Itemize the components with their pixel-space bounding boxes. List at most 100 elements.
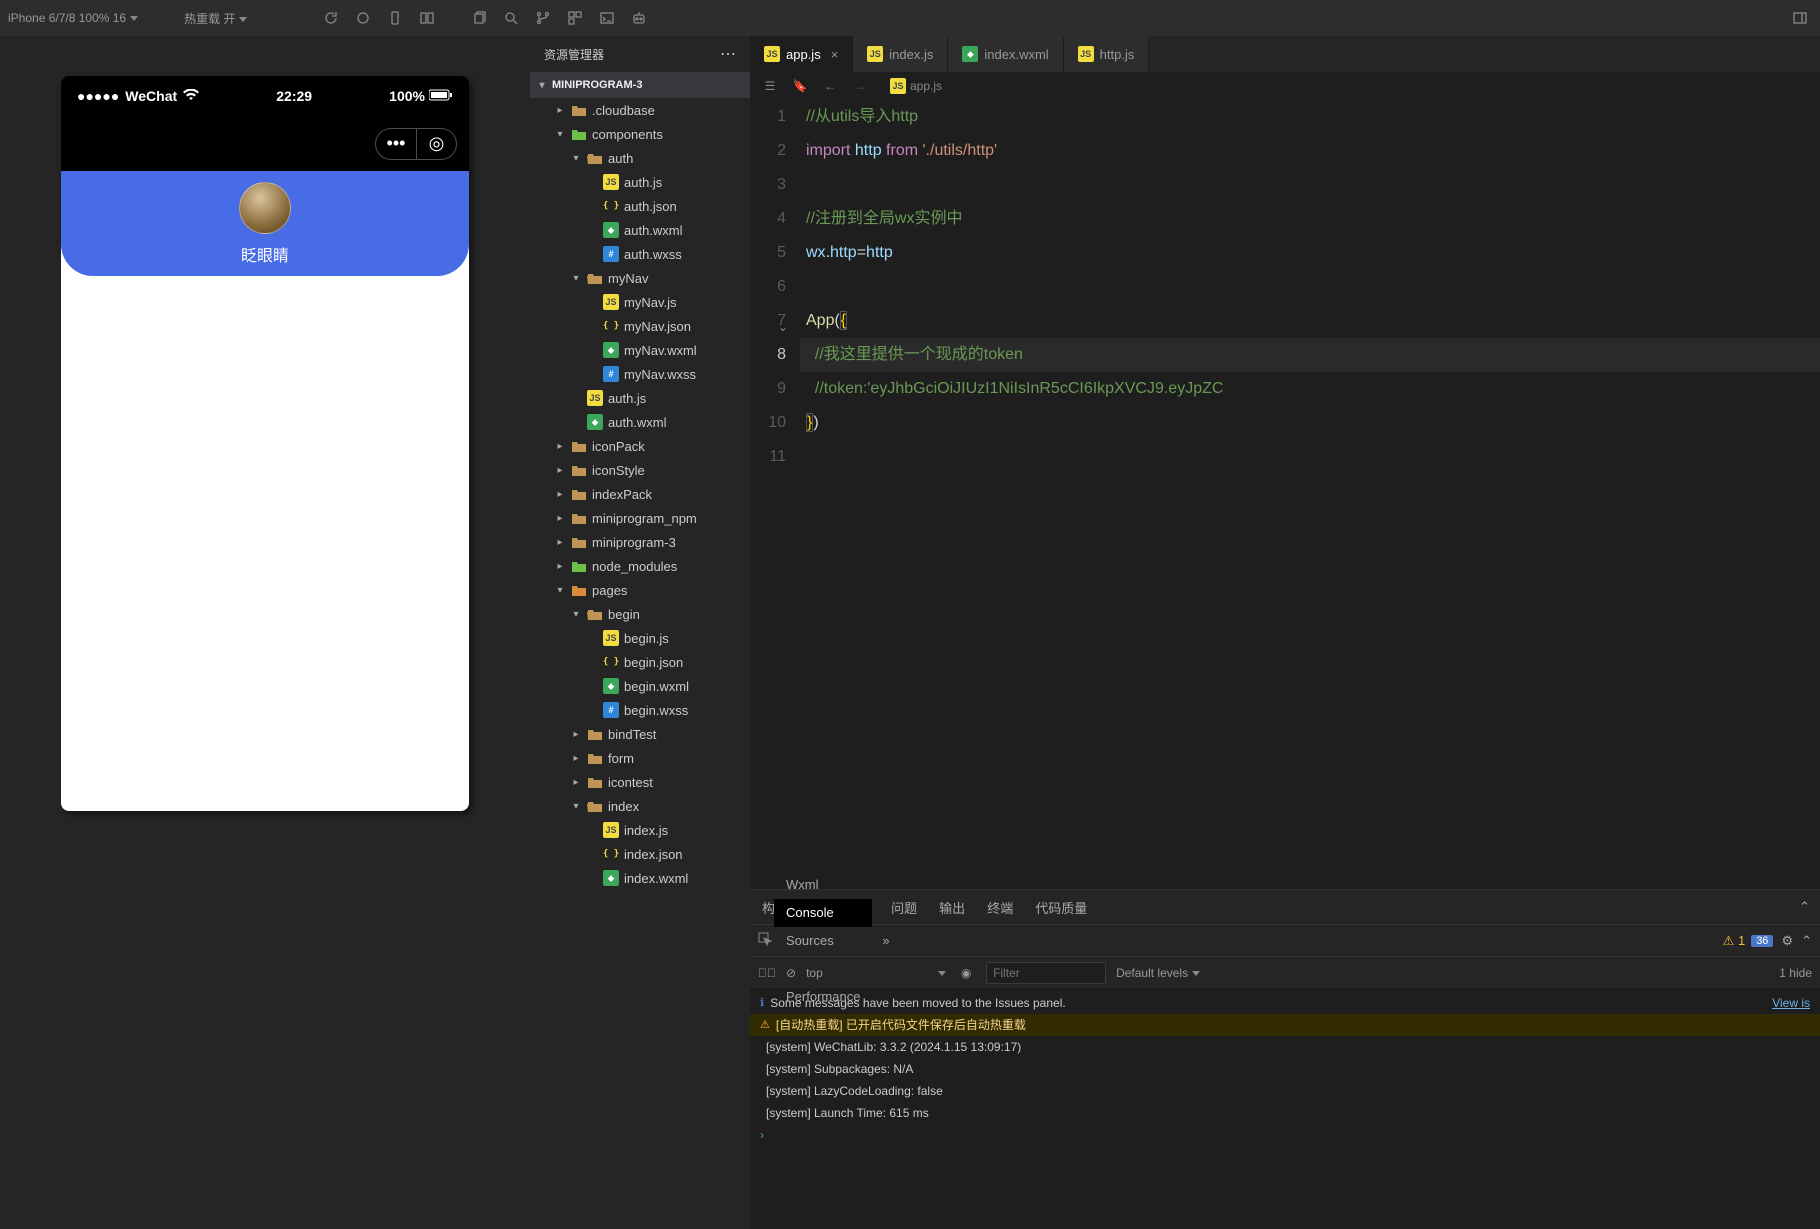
tree-file[interactable]: JSindex.js — [530, 818, 750, 842]
editor-tab[interactable]: JSindex.js — [853, 36, 948, 72]
collapse-icon[interactable]: ⌃ — [1801, 933, 1812, 949]
more-tabs-icon[interactable]: » — [882, 933, 889, 948]
warnings-count[interactable]: ⚠ 1 — [1723, 933, 1746, 949]
copy-icon[interactable] — [467, 6, 491, 30]
avatar[interactable] — [239, 182, 291, 234]
console-message: [system] Launch Time: 615 ms — [750, 1102, 1820, 1124]
devtools-tab[interactable]: Console — [774, 899, 872, 927]
tree-file[interactable]: JSauth.js — [530, 170, 750, 194]
tree-folder[interactable]: bindTest — [530, 722, 750, 746]
bottom-tab[interactable]: 问题 — [889, 898, 919, 917]
device-selector[interactable]: iPhone 6/7/8 100% 16 — [8, 11, 138, 25]
tree-file[interactable]: JSmyNav.js — [530, 290, 750, 314]
tree-folder[interactable]: begin — [530, 602, 750, 626]
bottom-panel-tabs: 构建调试器1问题输出终端代码质量⌃ — [750, 890, 1820, 924]
run-icon[interactable]: ▸⃞ — [758, 966, 776, 980]
bottom-tab[interactable]: 代码质量 — [1033, 898, 1089, 917]
console-filter-input[interactable] — [986, 962, 1106, 984]
code-editor[interactable]: 1234567891011 ⌄//从utils导入httpimport http… — [750, 100, 1820, 889]
layout-icon[interactable] — [415, 6, 439, 30]
tree-folder[interactable]: iconStyle — [530, 458, 750, 482]
tree-folder[interactable]: iconPack — [530, 434, 750, 458]
stop-icon[interactable] — [351, 6, 375, 30]
tree-file[interactable]: { }myNav.json — [530, 314, 750, 338]
log-levels-selector[interactable]: Default levels — [1116, 966, 1200, 980]
console-output[interactable]: ℹSome messages have been moved to the Is… — [750, 988, 1820, 1229]
capsule-menu-button[interactable]: ••• — [376, 129, 416, 159]
project-root[interactable]: MINIPROGRAM-3 — [530, 72, 750, 98]
bottom-tab[interactable]: 终端 — [985, 898, 1015, 917]
editor-tab[interactable]: JSapp.js× — [750, 36, 853, 72]
fold-icon[interactable]: ⌄ — [778, 310, 788, 344]
devtools-tabs: WxmlConsoleSourcesNetworkPerformance » ⚠… — [750, 924, 1820, 956]
tree-file[interactable]: JSauth.js — [530, 386, 750, 410]
tree-file[interactable]: { }auth.json — [530, 194, 750, 218]
editor-tab[interactable]: JShttp.js — [1064, 36, 1150, 72]
battery-label: 100% — [389, 88, 425, 104]
devtools-tab[interactable]: Sources — [774, 927, 872, 955]
editor-tab[interactable]: ⬥index.wxml — [948, 36, 1063, 72]
tree-folder[interactable]: index — [530, 794, 750, 818]
chevron-up-icon[interactable]: ⌃ — [1799, 899, 1810, 915]
console-prompt[interactable]: › — [750, 1124, 1820, 1146]
explorer-more-icon[interactable]: ⋯ — [720, 44, 736, 64]
capsule-close-button[interactable]: ◎ — [416, 129, 456, 159]
tree-file[interactable]: #auth.wxss — [530, 242, 750, 266]
breadcrumb-file[interactable]: app.js — [910, 79, 942, 93]
tree-folder[interactable]: myNav — [530, 266, 750, 290]
console-message: ⚠[自动热重载] 已开启代码文件保存后自动热重载 — [750, 1014, 1820, 1036]
tree-file[interactable]: #begin.wxss — [530, 698, 750, 722]
tree-folder[interactable]: components — [530, 122, 750, 146]
info-count[interactable]: 36 — [1751, 935, 1773, 947]
inspect-icon[interactable] — [758, 932, 772, 949]
user-banner: 眨眼睛 — [61, 171, 469, 276]
tree-folder[interactable]: miniprogram-3 — [530, 530, 750, 554]
hot-reload-toggle[interactable]: 热重载 开 — [184, 10, 247, 27]
tree-folder[interactable]: auth — [530, 146, 750, 170]
console-message: [system] LazyCodeLoading: false — [750, 1080, 1820, 1102]
simulator-panel: ●●●●● WeChat 22:29 100% ••• ◎ 眨眼睛 — [0, 36, 530, 1229]
tree-file[interactable]: { }index.json — [530, 842, 750, 866]
editor-breadcrumb: ☰ 🔖 ← → JSapp.js — [750, 72, 1820, 100]
tree-folder[interactable]: icontest — [530, 770, 750, 794]
list-icon[interactable]: ☰ — [760, 76, 780, 96]
time-label: 22:29 — [276, 88, 312, 104]
live-expression-icon[interactable]: ◉ — [956, 966, 976, 980]
console-link[interactable]: View is — [1772, 992, 1810, 1014]
tree-folder[interactable]: form — [530, 746, 750, 770]
close-tab-icon[interactable]: × — [831, 47, 839, 62]
tree-folder[interactable]: .cloudbase — [530, 98, 750, 122]
settings-gear-icon[interactable]: ⚙ — [1781, 933, 1793, 949]
terminal-icon[interactable] — [595, 6, 619, 30]
battery-icon — [429, 88, 453, 104]
robot-icon[interactable] — [627, 6, 651, 30]
tree-folder[interactable]: miniprogram_npm — [530, 506, 750, 530]
tree-folder[interactable]: node_modules — [530, 554, 750, 578]
tree-file[interactable]: ⬥auth.wxml — [530, 410, 750, 434]
extensions-icon[interactable] — [563, 6, 587, 30]
tree-file[interactable]: ⬥myNav.wxml — [530, 338, 750, 362]
tree-file[interactable]: ⬥begin.wxml — [530, 674, 750, 698]
signal-icon: ●●●●● — [77, 88, 119, 104]
forward-icon[interactable]: → — [850, 76, 870, 96]
search-icon[interactable] — [499, 6, 523, 30]
tree-folder[interactable]: indexPack — [530, 482, 750, 506]
app-content[interactable]: 眨眼睛 — [61, 171, 469, 811]
panel-layout-icon[interactable] — [1788, 6, 1812, 30]
tree-file[interactable]: #myNav.wxss — [530, 362, 750, 386]
device-icon[interactable] — [383, 6, 407, 30]
context-selector[interactable]: top — [806, 966, 946, 980]
tree-file[interactable]: { }begin.json — [530, 650, 750, 674]
refresh-icon[interactable] — [319, 6, 343, 30]
clear-console-icon[interactable]: ⊘ — [786, 966, 796, 980]
back-icon[interactable]: ← — [820, 76, 840, 96]
tree-file[interactable]: ⬥auth.wxml — [530, 218, 750, 242]
bottom-tab[interactable]: 输出 — [937, 898, 967, 917]
hidden-count[interactable]: 1 hide — [1779, 966, 1812, 980]
bookmark-icon[interactable]: 🔖 — [790, 76, 810, 96]
tree-file[interactable]: ⬥index.wxml — [530, 866, 750, 890]
tree-folder[interactable]: pages — [530, 578, 750, 602]
phone-status-bar: ●●●●● WeChat 22:29 100% — [61, 76, 469, 116]
branch-icon[interactable] — [531, 6, 555, 30]
tree-file[interactable]: JSbegin.js — [530, 626, 750, 650]
